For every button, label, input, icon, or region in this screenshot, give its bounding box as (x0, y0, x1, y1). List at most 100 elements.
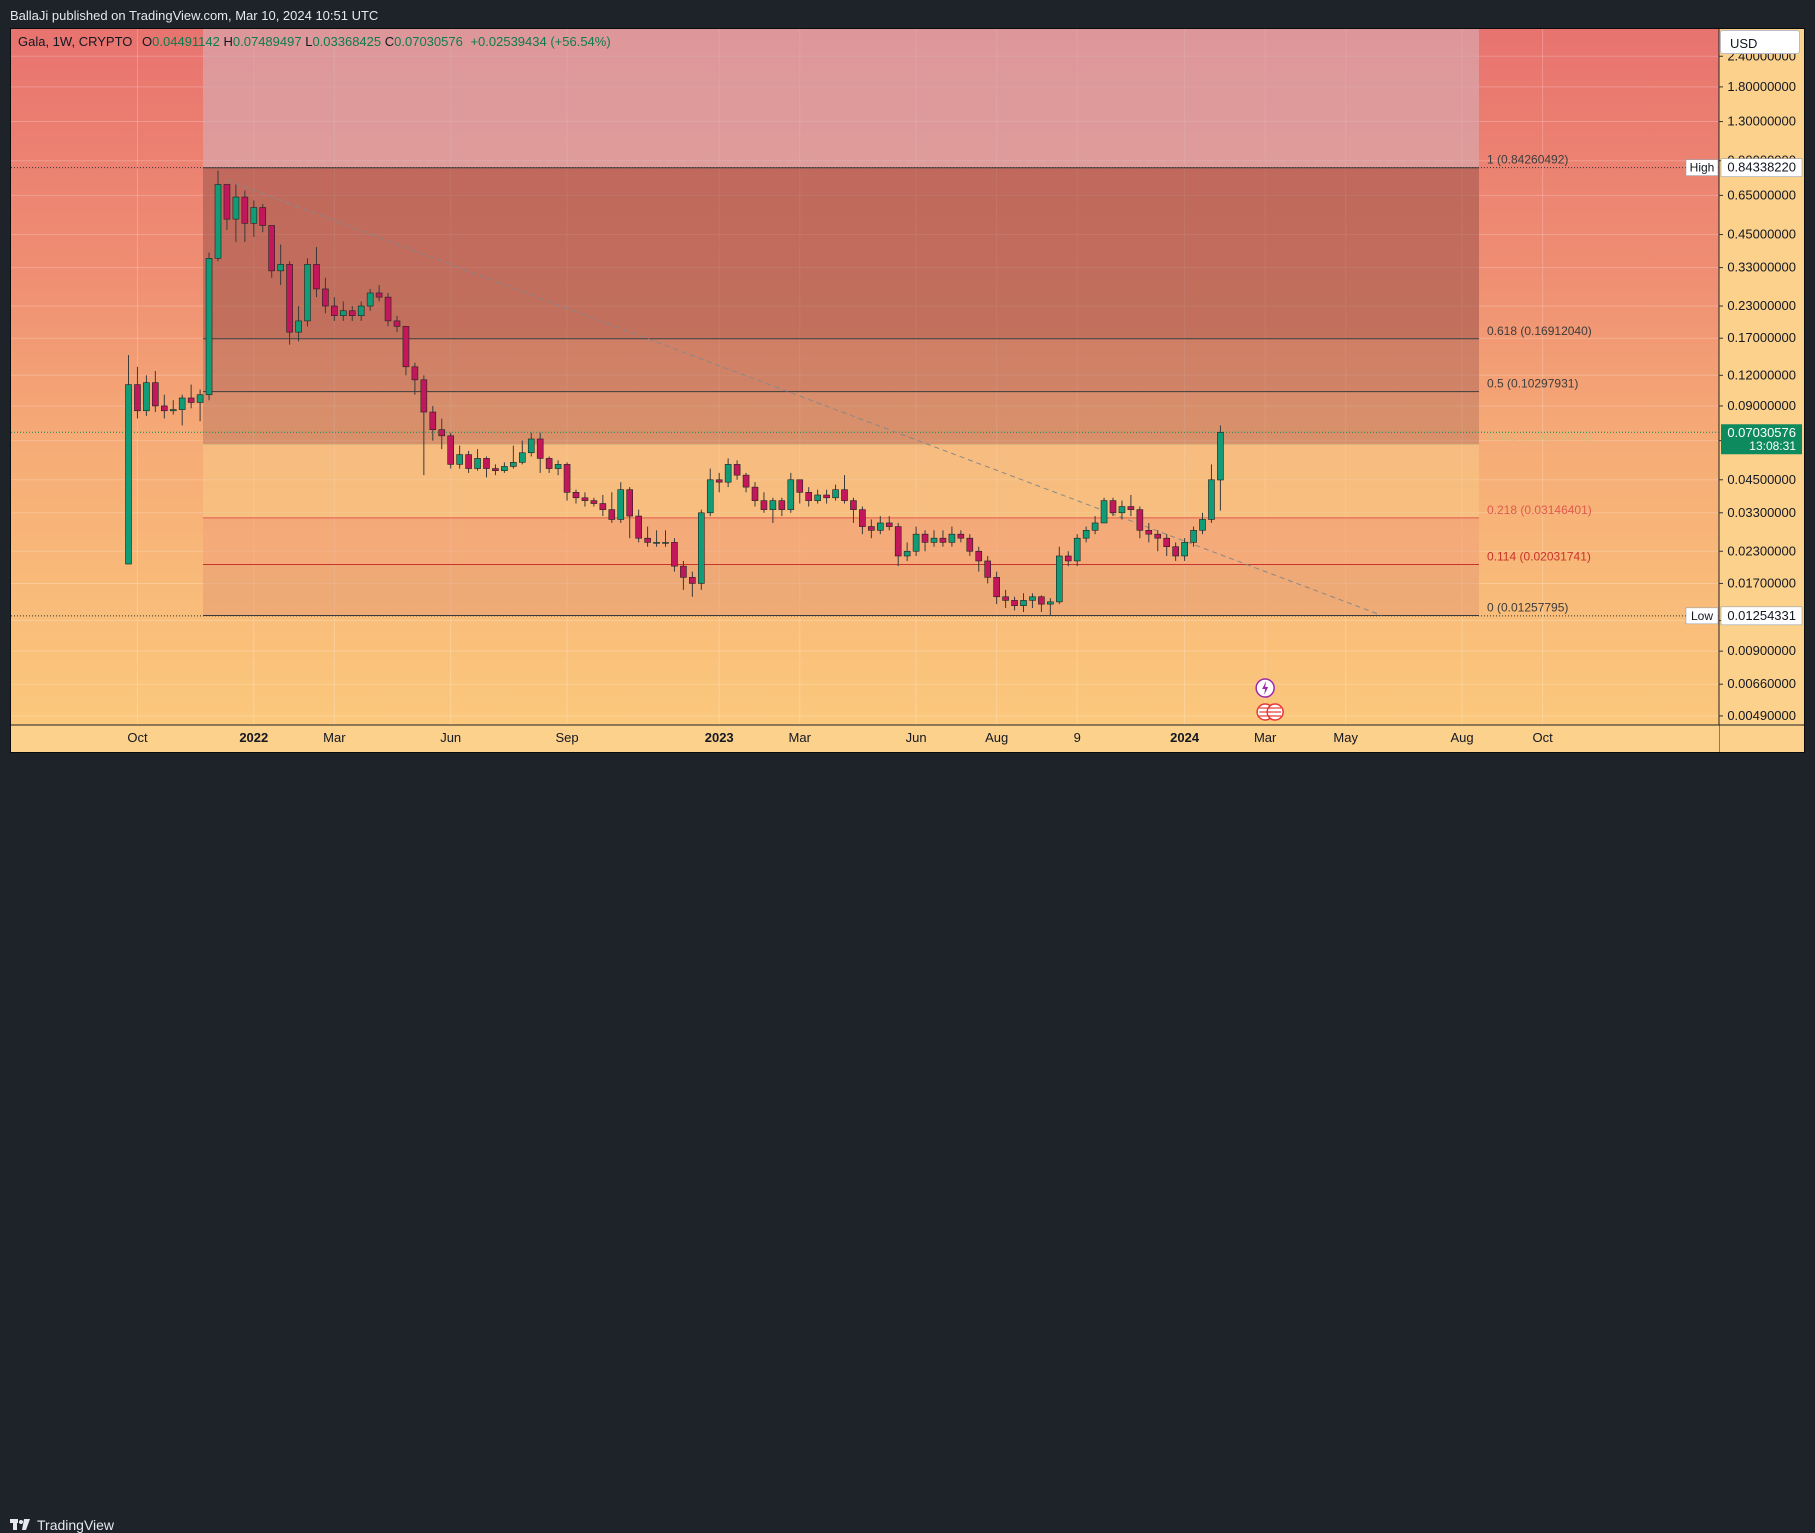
candle-body[interactable] (232, 196, 240, 220)
candle-body[interactable] (894, 526, 902, 557)
candle-body[interactable] (572, 492, 580, 499)
candle-body[interactable] (796, 479, 804, 493)
price-chart[interactable]: 1 (0.84260492) 0.618 (0.16912040) 0.5 (0.1… (11, 29, 1804, 752)
candle-body[interactable] (545, 458, 553, 469)
candle-body[interactable] (1145, 530, 1153, 535)
candle-body[interactable] (617, 489, 625, 520)
candle-body[interactable] (635, 515, 642, 539)
candle-body[interactable] (868, 526, 875, 531)
candle-body[interactable] (966, 537, 974, 552)
candle-body[interactable] (984, 560, 992, 578)
candle-body[interactable] (751, 486, 759, 501)
candle-body[interactable] (331, 305, 338, 317)
candle-body[interactable] (563, 464, 571, 493)
candle-body[interactable] (554, 464, 562, 469)
candle-body[interactable] (760, 500, 768, 510)
candle-body[interactable] (143, 382, 150, 412)
candle-body[interactable] (1172, 546, 1179, 557)
candle-body[interactable] (832, 489, 839, 499)
candle-body[interactable] (850, 500, 857, 510)
candle-body[interactable] (1073, 537, 1081, 562)
candle-body[interactable] (447, 435, 455, 465)
candle-body[interactable] (1136, 509, 1144, 531)
candle-body[interactable] (411, 366, 419, 381)
candle-body[interactable] (706, 479, 714, 514)
candle-body[interactable] (295, 320, 302, 333)
candle-body[interactable] (1002, 596, 1009, 601)
candle-body[interactable] (1208, 479, 1215, 520)
candle-body[interactable] (474, 458, 481, 469)
candle-body[interactable] (769, 500, 777, 510)
candle-body[interactable] (501, 466, 508, 472)
candle-body[interactable] (1118, 506, 1126, 514)
candle-body[interactable] (241, 196, 249, 224)
candle-body[interactable] (1109, 500, 1117, 514)
candle-body[interactable] (1020, 600, 1027, 606)
symbol-label[interactable]: Gala, 1W, CRYPTO (18, 34, 132, 49)
candle-body[interactable] (456, 454, 463, 465)
candle-body[interactable] (921, 533, 929, 543)
candle-body[interactable] (671, 542, 678, 567)
candle-body[interactable] (1082, 530, 1090, 539)
candle-body[interactable] (348, 310, 356, 317)
candle-body[interactable] (1038, 596, 1045, 605)
candle-body[interactable] (161, 405, 168, 412)
candle-body[interactable] (375, 292, 383, 298)
candle-body[interactable] (438, 429, 446, 437)
candle-body[interactable] (1217, 431, 1224, 481)
candle-body[interactable] (1064, 555, 1072, 562)
candle-body[interactable] (885, 522, 893, 527)
candle-body[interactable] (366, 292, 374, 307)
candle-body[interactable] (1127, 506, 1135, 510)
candle-body[interactable] (1199, 519, 1206, 531)
candle-body[interactable] (993, 577, 1000, 598)
candle-body[interactable] (912, 533, 920, 552)
tradingview-logo[interactable]: TradingView (10, 1517, 114, 1533)
candle-body[interactable] (1091, 522, 1099, 531)
candle-body[interactable] (662, 542, 669, 544)
candle-body[interactable] (599, 503, 607, 510)
candle-body[interactable] (134, 384, 141, 412)
candle-body[interactable] (778, 500, 786, 510)
candle-body[interactable] (1011, 600, 1018, 606)
chart-area[interactable]: 1 (0.84260492) 0.618 (0.16912040) 0.5 (0.1… (10, 28, 1805, 753)
candle-body[interactable] (787, 479, 795, 510)
candle-body[interactable] (339, 310, 347, 317)
candle-body[interactable] (510, 462, 517, 467)
candle-body[interactable] (492, 468, 499, 472)
candle-body[interactable] (178, 397, 186, 410)
candle-body[interactable] (948, 533, 956, 543)
candle-body[interactable] (859, 509, 866, 527)
candle-body[interactable] (125, 384, 132, 565)
candle-body[interactable] (903, 550, 911, 557)
candle-body[interactable] (169, 409, 177, 412)
candle-body[interactable] (608, 509, 616, 520)
candle-body[interactable] (1100, 500, 1108, 524)
candle-body[interactable] (841, 489, 848, 501)
candle-body[interactable] (152, 382, 159, 407)
candle-body[interactable] (527, 438, 535, 454)
candle-body[interactable] (286, 264, 293, 333)
candle-body[interactable] (259, 207, 267, 226)
candle-body[interactable] (268, 225, 276, 272)
candle-body[interactable] (1056, 555, 1063, 603)
candle-body[interactable] (823, 494, 830, 499)
candle-body[interactable] (715, 479, 723, 483)
candle-body[interactable] (393, 320, 401, 327)
currency-button[interactable]: USD (1720, 30, 1800, 54)
candle-body[interactable] (205, 258, 213, 396)
candle-body[interactable] (313, 264, 320, 290)
candle-body[interactable] (957, 533, 965, 539)
candle-body[interactable] (975, 550, 983, 562)
candle-body[interactable] (644, 537, 651, 543)
candle-body[interactable] (250, 207, 258, 224)
candle-body[interactable] (187, 397, 195, 403)
candle-body[interactable] (223, 184, 231, 220)
candle-body[interactable] (814, 494, 821, 501)
candle-body[interactable] (277, 264, 284, 272)
candle-body[interactable] (930, 537, 938, 543)
candle-body[interactable] (357, 305, 365, 317)
candle-body[interactable] (876, 522, 884, 531)
candle-body[interactable] (697, 512, 705, 584)
candle-body[interactable] (214, 184, 222, 259)
